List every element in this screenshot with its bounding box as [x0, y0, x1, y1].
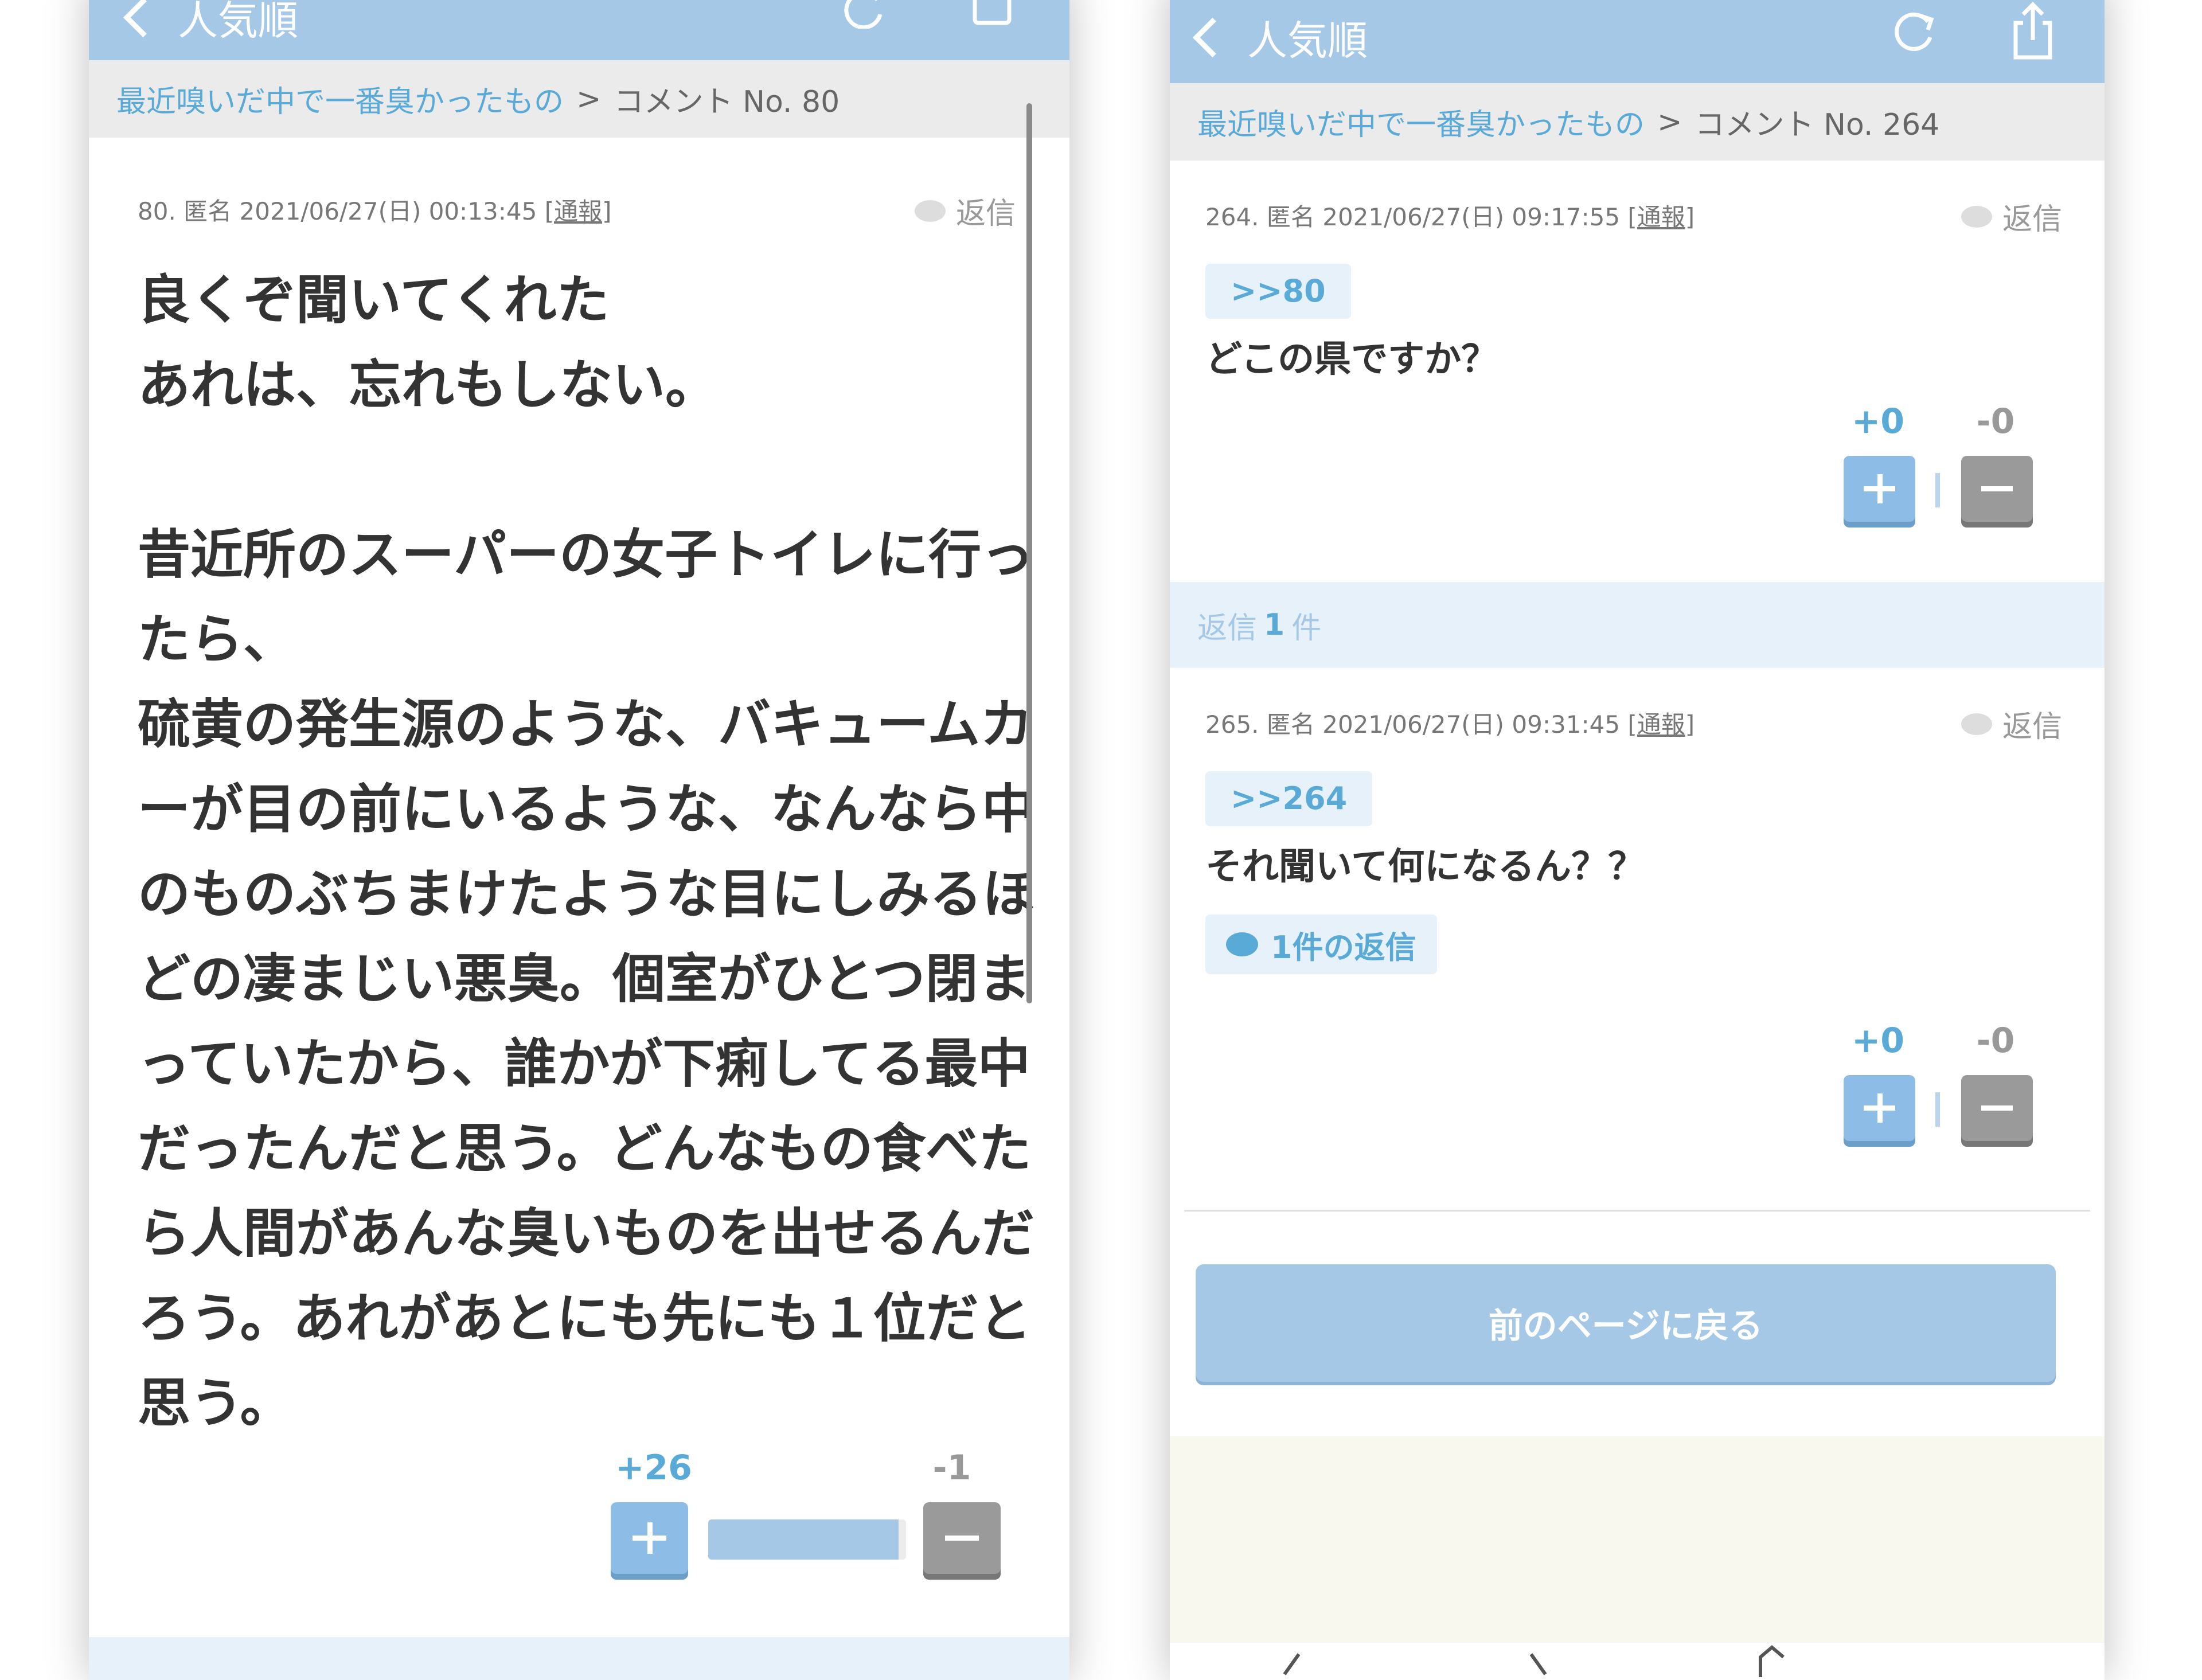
vote-plus-button[interactable] [611, 1502, 688, 1574]
browser-share-icon[interactable] [1743, 1643, 1801, 1680]
browser-forward-icon[interactable] [1520, 1648, 1560, 1680]
comment-meta-text: 264. 匿名 2021/06/27(日) 09:17:55 [1205, 203, 1621, 231]
comment-body-line: どの凄まじい悪臭。個室がひとつ閉ま [138, 948, 1031, 1010]
vote-ratio-bar [708, 1519, 906, 1560]
right-phone-screen: 人気順 最近嗅いだ中で一番臭かったもの > コメント No. 264 264. … [1170, 0, 2105, 1680]
comment-meta: 264. 匿名 2021/06/27(日) 09:17:55 [通報] [1205, 198, 1695, 233]
back-button[interactable]: 人気順 [123, 0, 298, 46]
comment-body-line: あれは、忘れもしない。 [138, 354, 719, 416]
vote-plus-button[interactable] [1844, 1075, 1915, 1141]
chevron-left-icon [1192, 17, 1233, 58]
comment-body: 良くぞ聞いてくれたあれは、忘れもしない。 昔近所のスーパーの女子トイレに行っ たら… [138, 258, 1035, 1446]
ad-area [1170, 1436, 2105, 1643]
minus-icon [1981, 1105, 2013, 1111]
vote-minus-count: -0 [1976, 1021, 2015, 1061]
replies-header-count: 1 [1264, 608, 1285, 642]
comment-body-line: 良くぞ聞いてくれた [138, 269, 610, 331]
vote-minus-button[interactable] [923, 1502, 1001, 1574]
speech-bubble-icon [1961, 713, 1992, 735]
anchor-ref-link[interactable]: >>264 [1205, 771, 1373, 826]
vote-ratio-fill [708, 1519, 899, 1560]
minus-icon [944, 1535, 979, 1541]
reply-comment-meta-text: 265. 匿名 2021/06/27(日) 09:31:45 [1205, 710, 1621, 739]
comment-body-line: だったんだと思う。どんなもの食べた [138, 1118, 1032, 1179]
comment-body-line [138, 428, 1032, 513]
comment-body-line: 思う。 [138, 1373, 293, 1434]
report-link[interactable]: [通報] [545, 197, 612, 225]
vote-plus-button[interactable] [1844, 456, 1915, 522]
breadcrumb-separator: > [1657, 104, 1682, 139]
reply-count-label: 1件の返信 [1271, 929, 1416, 966]
minus-icon [1981, 486, 2013, 491]
speech-bubble-icon [1961, 205, 1992, 228]
vote-minus-button[interactable] [1961, 456, 2033, 522]
vote-minus-count: -0 [1976, 401, 2015, 442]
breadcrumb-topic-link[interactable]: 最近嗅いだ中で一番臭かったもの [1197, 100, 1645, 143]
navbar: 人気順 [1170, 0, 2105, 83]
breadcrumb: 最近嗅いだ中で一番臭かったもの > コメント No. 264 [1170, 83, 2105, 161]
comment-body-line: のものぶちまけたような目にしみるほ [138, 864, 1035, 925]
comment-body: どこの県ですか？ [1205, 338, 1498, 381]
vote-minus-count: -1 [932, 1448, 971, 1488]
breadcrumb-separator: > [576, 81, 602, 116]
vote-plus-count: +0 [1851, 401, 1905, 442]
speech-bubble-icon [1226, 932, 1258, 956]
comment-body-line: 硫黄の発生源のような、バキュームカ [138, 694, 1033, 755]
reply-label: 返信 [2002, 202, 2063, 237]
navbar: 人気順 [89, 0, 1069, 60]
back-label: 人気順 [178, 0, 298, 44]
comment-body-line: ろう。あれがあとにも先にも１位だと [138, 1288, 1032, 1349]
share-icon[interactable] [966, 0, 1018, 29]
comment-meta: 80. 匿名 2021/06/27(日) 00:13:45 [通報] [138, 192, 611, 227]
chevron-left-icon [123, 0, 163, 38]
divider [1184, 1210, 2090, 1212]
report-link[interactable]: [通報] [1627, 710, 1695, 739]
comment-body-line: ーが目の前にいるような、なんなら中 [138, 779, 1035, 840]
back-label: 人気順 [1247, 17, 1368, 64]
back-to-previous-page-button[interactable]: 前のページに戻る [1196, 1264, 2056, 1382]
breadcrumb-topic-link[interactable]: 最近嗅いだ中で一番臭かったもの [116, 77, 564, 120]
vote-separator [1935, 1092, 1940, 1127]
replies-header-suffix: 件 [1291, 611, 1322, 646]
breadcrumb: 最近嗅いだ中で一番臭かったもの > コメント No. 80 [89, 60, 1069, 138]
breadcrumb-current: コメント No. 80 [614, 85, 840, 119]
vote-separator [1935, 473, 1940, 507]
reply-count-button[interactable]: 1件の返信 [1205, 915, 1437, 974]
anchor-ref-link[interactable]: >>80 [1205, 264, 1351, 319]
reply-comment-body: それ聞いて何になるん？？ [1205, 846, 1645, 888]
reply-button[interactable]: 返信 [915, 189, 1016, 232]
refresh-icon[interactable] [834, 0, 886, 29]
share-icon[interactable] [2007, 0, 2059, 63]
back-button[interactable]: 人気順 [1192, 9, 1368, 67]
vote-plus-count: +26 [615, 1448, 692, 1488]
browser-back-icon[interactable] [1270, 1648, 1310, 1680]
replies-header-prefix: 返信 [1197, 611, 1258, 646]
scrollbar[interactable] [1026, 103, 1032, 1003]
vote-minus-button[interactable] [1961, 1075, 2033, 1141]
reply-label: 返信 [956, 197, 1016, 231]
speech-bubble-icon [915, 200, 946, 222]
report-link[interactable]: [通報] [1627, 203, 1695, 231]
replies-header: 返信 1 件 [1170, 582, 2105, 668]
comment-body-line: たら、 [138, 609, 296, 670]
vote-plus-count: +0 [1851, 1021, 1905, 1061]
reply-label: 返信 [2002, 710, 2063, 744]
reply-button[interactable]: 返信 [1961, 195, 2062, 238]
reply-button[interactable]: 返信 [1961, 702, 2062, 745]
comment-body-line: ら人間があんな臭いものを出せるんだ [138, 1203, 1035, 1264]
left-phone-screen: 人気順 最近嗅いだ中で一番臭かったもの > コメント No. 80 80. 匿名… [89, 0, 1069, 1680]
comment-body-line: 昔近所のスーパーの女子トイレに行っ [138, 524, 1034, 585]
breadcrumb-current: コメント No. 264 [1695, 108, 1940, 142]
next-section-band [89, 1637, 1069, 1680]
refresh-icon[interactable] [1887, 6, 1938, 57]
comment-body-line: っていたから、誰かが下痢してる最中 [138, 1033, 1030, 1095]
comment-meta-text: 80. 匿名 2021/06/27(日) 00:13:45 [138, 197, 537, 225]
reply-comment-meta: 265. 匿名 2021/06/27(日) 09:31:45 [通報] [1205, 705, 1695, 740]
